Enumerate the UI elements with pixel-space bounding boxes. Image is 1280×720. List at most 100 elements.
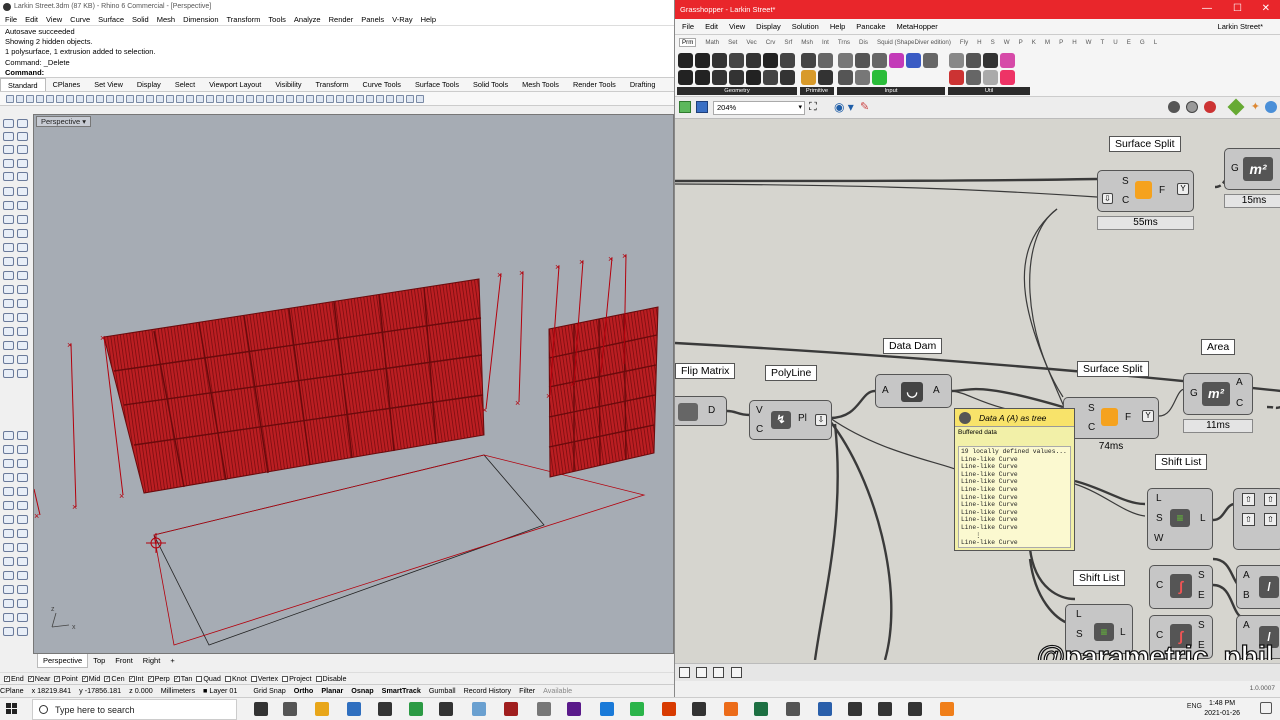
component-icon[interactable] (1000, 70, 1015, 85)
tool-palette-icon[interactable] (17, 355, 28, 364)
toggle-smarttrack[interactable]: SmartTrack (382, 685, 421, 697)
line-a-component[interactable]: A B / (1236, 565, 1280, 609)
input-port-c[interactable]: C (756, 424, 763, 435)
tool-palette-icon[interactable] (3, 431, 14, 440)
toolbar-button-icon[interactable] (336, 94, 344, 103)
tool-palette-icon[interactable] (17, 487, 28, 496)
tool-palette-icon[interactable] (3, 243, 14, 252)
tool-palette-icon[interactable] (17, 627, 28, 636)
tool-palette-icon[interactable] (17, 557, 28, 566)
gh-tab[interactable]: Int (822, 39, 829, 46)
rhino-menu-mesh[interactable]: Mesh (157, 14, 175, 25)
tool-palette-icon[interactable] (3, 119, 14, 128)
toolbar-button-icon[interactable] (106, 94, 114, 103)
tab-curve-tools[interactable]: Curve Tools (356, 78, 408, 91)
toolbar-button-icon[interactable] (186, 94, 194, 103)
tool-palette-icon[interactable] (3, 557, 14, 566)
rhino-menu-panels[interactable]: Panels (361, 14, 384, 25)
gh-menu-edit[interactable]: Edit (705, 22, 718, 31)
tool-palette-icon[interactable] (3, 257, 14, 266)
checkbox-icon[interactable] (250, 675, 257, 682)
viewport-tab-add[interactable]: + (165, 654, 179, 668)
toggle-record-history[interactable]: Record History (464, 685, 512, 697)
tool-palette-icon[interactable] (3, 543, 14, 552)
toggle-filter[interactable]: Filter (519, 685, 535, 697)
toolbar-button-icon[interactable] (306, 94, 314, 103)
input-port-g[interactable]: G (1190, 388, 1198, 399)
checkbox-icon[interactable] (315, 675, 322, 682)
toolbar-button-icon[interactable] (356, 94, 364, 103)
rhino-menu-curve[interactable]: Curve (70, 14, 90, 25)
toolbar-button-icon[interactable] (236, 94, 244, 103)
tool-palette-icon[interactable] (17, 271, 28, 280)
tool-palette-icon[interactable] (17, 515, 28, 524)
toolbar-button-icon[interactable] (246, 94, 254, 103)
gh-tab[interactable]: Set (728, 39, 737, 46)
tool-palette-icon[interactable] (3, 571, 14, 580)
toolbar-button-icon[interactable] (66, 94, 74, 103)
component-icon[interactable] (695, 70, 710, 85)
osnap-point[interactable]: ✓ Point (54, 673, 78, 684)
taskbar-app-icon[interactable] (630, 702, 644, 716)
shift-list-1-component[interactable]: L S W ≡ L (1147, 488, 1213, 550)
tool-palette-icon[interactable] (17, 243, 28, 252)
osnap-tan[interactable]: ✓ Tan (173, 673, 192, 684)
input-port-a[interactable]: A (882, 385, 889, 396)
status-layer[interactable]: ■ Layer 01 (203, 685, 245, 697)
toolbar-button-icon[interactable] (416, 94, 424, 103)
gh-tab[interactable]: W (1004, 39, 1010, 46)
component-icon[interactable] (949, 70, 964, 85)
toolbar-button-icon[interactable] (406, 94, 414, 103)
toolbar-button-icon[interactable] (126, 94, 134, 103)
flip-matrix-component[interactable]: D (675, 396, 727, 426)
gh-menu-pancake[interactable]: Pancake (856, 22, 885, 31)
tab-display[interactable]: Display (130, 78, 168, 91)
preview-wireframe-icon[interactable] (1168, 101, 1180, 113)
taskbar-app-icon[interactable] (848, 702, 862, 716)
gh-tab[interactable]: Srf (784, 39, 792, 46)
checkbox-icon[interactable]: ✓ (81, 675, 88, 682)
gh-tab[interactable]: M (1045, 39, 1050, 46)
tool-palette-icon[interactable] (3, 445, 14, 454)
sketch-icon[interactable]: ✎ (860, 100, 869, 113)
toggle-planar[interactable]: Planar (321, 685, 343, 697)
tool-palette-icon[interactable] (17, 159, 28, 168)
gh-tab[interactable]: Squid (ShapeDiver edition) (877, 39, 951, 46)
tool-palette-icon[interactable] (3, 585, 14, 594)
tool-palette-icon[interactable] (17, 431, 28, 440)
tab-drafting[interactable]: Drafting (623, 78, 663, 91)
component-icon[interactable] (872, 70, 887, 85)
component-icon[interactable] (906, 53, 921, 68)
curve-endpoints-a-component[interactable]: C ∫ S E (1149, 565, 1213, 609)
tray-language[interactable]: ENG (1187, 703, 1202, 710)
minimize-icon[interactable]: — (1202, 3, 1212, 14)
toolbar-button-icon[interactable] (206, 94, 214, 103)
taskbar-search-input[interactable]: Type here to search (32, 699, 237, 720)
osnap-knot[interactable]: Knot (224, 673, 247, 684)
toolbar-button-icon[interactable] (226, 94, 234, 103)
gh-document-name[interactable]: Larkin Street* (1218, 22, 1263, 31)
osnap-project[interactable]: Project (282, 673, 312, 684)
rhino-menu-dimension[interactable]: Dimension (183, 14, 218, 25)
tab-set-view[interactable]: Set View (87, 78, 130, 91)
rhino-menu-solid[interactable]: Solid (132, 14, 149, 25)
rhino-menu-analyze[interactable]: Analyze (294, 14, 321, 25)
gh-tab[interactable]: E (1127, 39, 1131, 46)
output-port-f[interactable]: F (1159, 185, 1165, 196)
checkbox-icon[interactable]: ✓ (173, 675, 180, 682)
toolbar-button-icon[interactable] (16, 94, 24, 103)
component-icon[interactable] (923, 53, 938, 68)
input-port-l[interactable]: L (1156, 493, 1162, 504)
component-icon[interactable] (966, 70, 981, 85)
viewport-tab-perspective[interactable]: Perspective (37, 654, 89, 668)
toggle-gumball[interactable]: Gumball (429, 685, 456, 697)
tool-palette-icon[interactable] (3, 369, 14, 378)
component-icon[interactable] (729, 70, 744, 85)
gh-tab[interactable]: H (1072, 39, 1076, 46)
component-icon[interactable] (801, 70, 816, 85)
input-port-s[interactable]: S (1076, 629, 1083, 640)
gh-menu-solution[interactable]: Solution (792, 22, 819, 31)
tool-palette-icon[interactable] (3, 145, 14, 154)
tool-palette-icon[interactable] (3, 473, 14, 482)
component-icon[interactable] (983, 53, 998, 68)
